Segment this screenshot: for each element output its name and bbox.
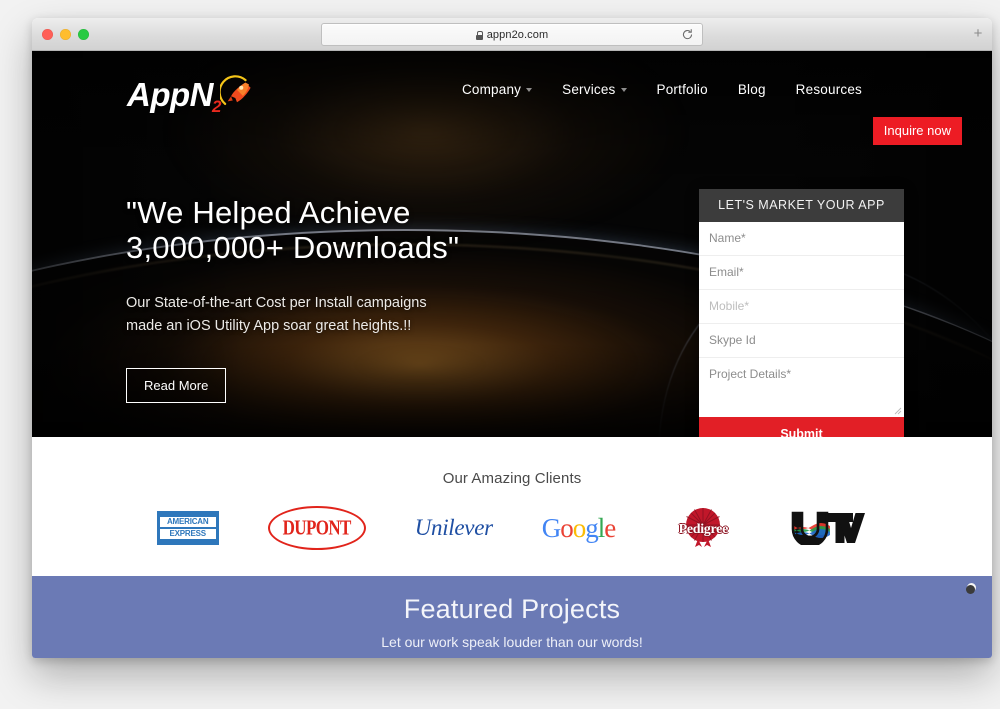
nav-label: Services bbox=[562, 81, 616, 97]
hero-subtitle: Our State-of-the-art Cost per Install ca… bbox=[126, 292, 596, 337]
amex-line-1: AMERICAN bbox=[159, 516, 216, 527]
nav-label: Company bbox=[461, 81, 522, 97]
hero-title-line-2: 3,000,000+ Downloads" bbox=[126, 229, 460, 265]
nav-item-portfolio[interactable]: Portfolio bbox=[657, 82, 708, 97]
client-logo-unilever: Unilever bbox=[415, 505, 493, 551]
nav-item-services[interactable]: Services bbox=[562, 81, 627, 97]
american-express-icon: AMERICAN EXPRESS bbox=[156, 511, 219, 545]
reload-icon[interactable] bbox=[681, 28, 694, 41]
address-bar[interactable]: appn2o.com bbox=[321, 23, 703, 46]
google-wordmark: Google bbox=[541, 512, 616, 543]
submit-button[interactable]: Submit bbox=[699, 417, 904, 437]
featured-projects-section: Featured Projects Let our work speak lou… bbox=[32, 576, 992, 658]
zoom-window-button[interactable] bbox=[78, 29, 89, 40]
client-logo-list: AMERICAN EXPRESS DUPONT Unilever Google bbox=[32, 505, 992, 551]
project-details-field[interactable]: Project Details* bbox=[699, 358, 904, 417]
form-heading: LET'S MARKET YOUR APP bbox=[699, 189, 904, 222]
utv-icon bbox=[791, 511, 866, 545]
clients-section: Our Amazing Clients AMERICAN EXPRESS DUP… bbox=[32, 437, 992, 576]
mobile-field[interactable]: Mobile* bbox=[699, 290, 904, 324]
read-more-button[interactable]: Read More bbox=[126, 368, 227, 404]
skype-id-field[interactable]: Skype Id bbox=[699, 324, 904, 358]
client-logo-pedigree: Pedigree bbox=[664, 505, 742, 551]
client-logo-utv bbox=[791, 505, 867, 551]
form-body: Name* Email* Mobile* Skype Id Project De… bbox=[699, 222, 904, 417]
client-logo-google: Google bbox=[542, 505, 616, 551]
browser-window: appn2o.com + AppN 2 Company Services Por… bbox=[32, 18, 992, 658]
nav-label: Resources bbox=[795, 81, 862, 97]
lock-icon bbox=[475, 31, 484, 40]
url-text: appn2o.com bbox=[486, 28, 549, 41]
chevron-down-icon bbox=[620, 88, 627, 92]
new-tab-button[interactable]: + bbox=[970, 26, 986, 42]
chevron-down-icon bbox=[526, 88, 533, 92]
name-field[interactable]: Name* bbox=[699, 222, 904, 256]
dupont-icon: DUPONT bbox=[267, 506, 366, 550]
project-details-placeholder: Project Details* bbox=[709, 367, 792, 381]
site-header: AppN 2 Company Services Portfolio Blog R… bbox=[32, 51, 992, 145]
close-window-button[interactable] bbox=[42, 29, 53, 40]
rocket-icon bbox=[220, 75, 252, 106]
minimize-window-button[interactable] bbox=[60, 29, 71, 40]
clients-title: Our Amazing Clients bbox=[442, 470, 582, 487]
pedigree-icon: Pedigree bbox=[664, 505, 742, 551]
browser-titlebar: appn2o.com + bbox=[32, 18, 992, 51]
page-viewport: AppN 2 Company Services Portfolio Blog R… bbox=[32, 51, 992, 658]
dupont-wordmark: DUPONT bbox=[282, 515, 352, 540]
nav-label: Blog bbox=[737, 81, 766, 97]
hero-title-line-1: "We Helped Achieve bbox=[126, 195, 411, 230]
lead-capture-form: LET'S MARKET YOUR APP Name* Email* Mobil… bbox=[699, 189, 904, 437]
hero-subtitle-line-1: Our State-of-the-art Cost per Install ca… bbox=[126, 295, 427, 312]
nav-item-resources[interactable]: Resources bbox=[796, 82, 862, 97]
amex-line-2: EXPRESS bbox=[159, 529, 216, 540]
client-logo-american-express: AMERICAN EXPRESS bbox=[156, 505, 219, 551]
logo-wordmark: AppN bbox=[127, 76, 213, 113]
hero-subtitle-line-2: made an iOS Utility App soar great heigh… bbox=[126, 317, 412, 334]
client-logo-dupont: DUPONT bbox=[267, 505, 366, 551]
inquire-now-button[interactable]: Inquire now bbox=[872, 117, 962, 145]
hero-copy: "We Helped Achieve 3,000,000+ Downloads"… bbox=[126, 195, 596, 404]
nav-item-blog[interactable]: Blog bbox=[738, 82, 766, 97]
featured-subtitle: Let our work speak louder than our words… bbox=[381, 634, 643, 650]
featured-title: Featured Projects bbox=[403, 594, 621, 624]
window-controls bbox=[42, 29, 89, 40]
email-field[interactable]: Email* bbox=[699, 256, 904, 290]
nav-item-company[interactable]: Company bbox=[461, 81, 533, 97]
pedigree-wordmark: Pedigree bbox=[678, 522, 729, 537]
main-navigation: Company Services Portfolio Blog Resource… bbox=[462, 51, 862, 127]
hero-title: "We Helped Achieve 3,000,000+ Downloads" bbox=[126, 195, 596, 265]
scroll-position-marker[interactable] bbox=[966, 585, 975, 594]
unilever-wordmark: Unilever bbox=[414, 515, 493, 540]
resize-handle-icon[interactable] bbox=[894, 407, 902, 415]
nav-label: Portfolio bbox=[656, 81, 708, 97]
hero-section: AppN 2 Company Services Portfolio Blog R… bbox=[32, 51, 992, 437]
site-logo[interactable]: AppN 2 bbox=[127, 63, 256, 115]
